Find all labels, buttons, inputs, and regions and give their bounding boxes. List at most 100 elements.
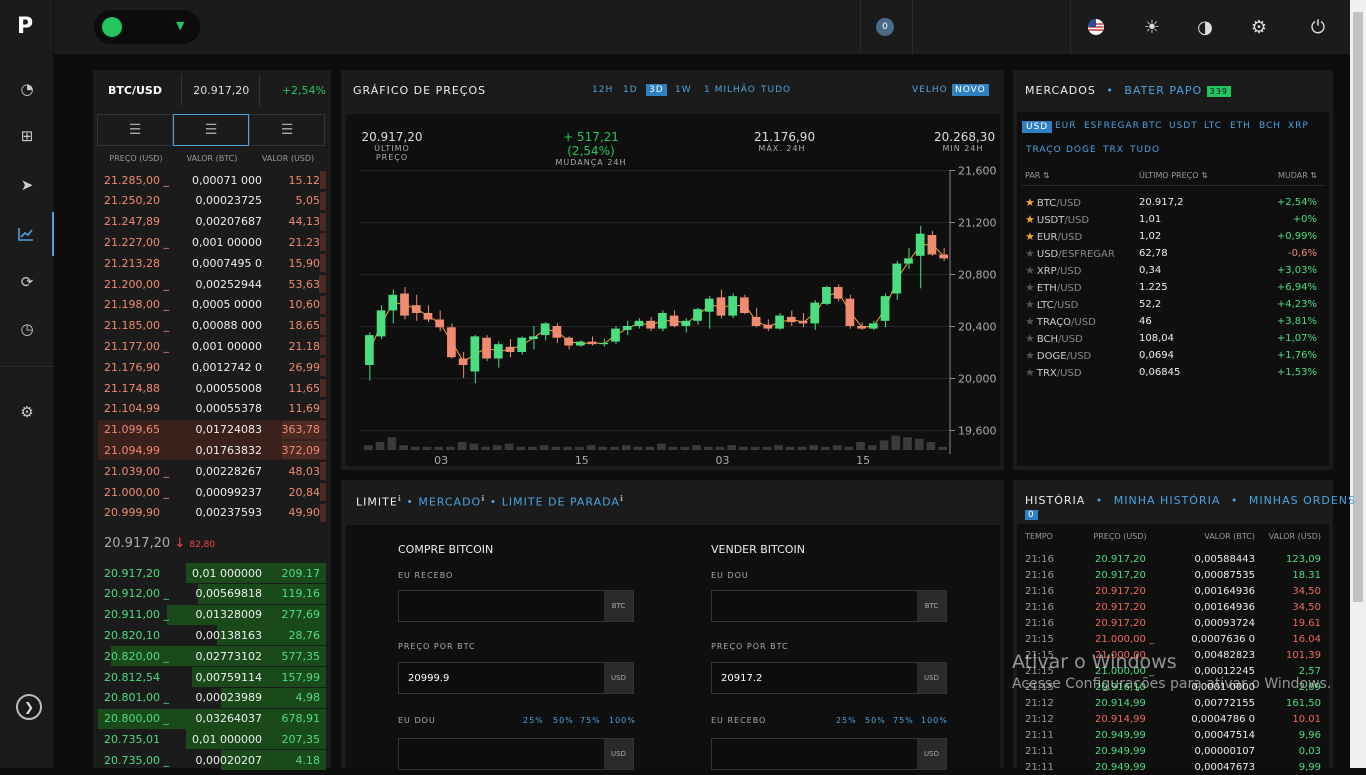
market-tab-eur[interactable]: EUR	[1055, 121, 1077, 131]
ask-row[interactable]: 21.285,00 _ 0,00071 000 15.12	[98, 170, 326, 190]
market-tab-doge[interactable]: DOGE	[1066, 145, 1097, 155]
ask-row[interactable]: 20.999,90 0,00237593 49,90	[98, 503, 326, 523]
ask-row[interactable]: 21.039,00 _ 0,00228267 48,03	[98, 461, 326, 481]
ask-row[interactable]: 21.198,00 _ 0,0005 0000 10,60	[98, 295, 326, 315]
ask-row[interactable]: 21.174,88 0,00055008 11,65	[98, 378, 326, 398]
bid-row[interactable]: 20.912,00 _ 0,00569818 119,16	[98, 583, 326, 604]
tab-market[interactable]: MERCADO	[418, 496, 481, 509]
sell-price-field[interactable]: 20917.2 USD	[711, 662, 947, 694]
col-pair[interactable]: PAR ⇅	[1025, 171, 1139, 180]
view-sell-icon[interactable]: ☰	[249, 114, 325, 146]
account-switcher[interactable]: ▼	[94, 10, 200, 44]
star-outline-icon[interactable]: ★	[1025, 349, 1035, 362]
market-tab-usdt[interactable]: USDT	[1169, 121, 1198, 131]
market-row[interactable]: ★ USDT/USD 1,01 +0%	[1025, 211, 1317, 228]
star-outline-icon[interactable]: ★	[1025, 332, 1035, 345]
ask-row[interactable]: 21.200,00 _ 0,00252944 53,63	[98, 274, 326, 294]
market-row[interactable]: ★ TRX/USD 0,06845 +1,53%	[1025, 364, 1317, 381]
timeframe-1d[interactable]: 1D	[623, 85, 638, 95]
page-scrollbar[interactable]	[1350, 0, 1366, 768]
buy-amount-field[interactable]: BTC	[398, 590, 634, 622]
sell-price-value[interactable]: 20917.2	[712, 673, 917, 684]
buy-total-field[interactable]: USD	[398, 738, 634, 770]
chat-link[interactable]: BATER PAPO	[1124, 84, 1202, 97]
my-orders-link[interactable]: MINHAS ORDENS	[1249, 494, 1356, 507]
view-both-icon[interactable]: ☰	[97, 114, 173, 146]
sell-percent-100[interactable]: 100%	[921, 716, 948, 725]
timeframe-tudo[interactable]: TUDO	[761, 85, 791, 95]
markets-title[interactable]: MERCADOS	[1025, 84, 1096, 97]
star-outline-icon[interactable]: ★	[1025, 315, 1035, 328]
buy-percent-25[interactable]: 25%	[523, 716, 544, 725]
settings-gear-icon[interactable]: ⚙	[1246, 14, 1272, 40]
ask-row[interactable]: 21.213,28 0,0007495 0 15,90	[98, 253, 326, 273]
market-tab-eth[interactable]: ETH	[1230, 121, 1251, 131]
theme-sun-icon[interactable]: ☀	[1139, 14, 1165, 40]
view-buy-icon[interactable]: ☰	[173, 114, 249, 146]
ask-row[interactable]: 21.104,99 0,00055378 11,69	[98, 399, 326, 419]
history-clock-icon[interactable]: ◷	[0, 307, 54, 351]
exchange-icon[interactable]: ⟳	[0, 260, 54, 304]
chart-style-new[interactable]: NOVO	[952, 84, 989, 96]
bid-row[interactable]: 20.911,00 _ 0,01328009 277,69	[98, 604, 326, 625]
bid-row[interactable]: 20.820,00 _ 0,02773102 577,35	[98, 646, 326, 667]
buy-percent-100[interactable]: 100%	[609, 716, 636, 725]
market-tab-xrp[interactable]: XRP	[1288, 121, 1309, 131]
sell-total-field[interactable]: USD	[711, 738, 947, 770]
market-tab-ltc[interactable]: LTC	[1204, 121, 1222, 131]
market-tab-btc[interactable]: BTC	[1142, 121, 1162, 131]
col-last-price[interactable]: ÚLTIMO PREÇO ⇅	[1139, 171, 1249, 180]
timeframe-1w[interactable]: 1W	[675, 85, 692, 95]
my-history-link[interactable]: MINHA HISTÓRIA	[1114, 494, 1221, 507]
bid-row[interactable]: 20.800,00 _ 0,03264037 678,91	[98, 708, 326, 729]
star-filled-icon[interactable]: ★	[1025, 213, 1035, 226]
market-tab-trx[interactable]: TRX	[1103, 145, 1124, 155]
bid-row[interactable]: 20.735,01 0,01 000000 207,35	[98, 729, 326, 750]
star-outline-icon[interactable]: ★	[1025, 247, 1035, 260]
market-row[interactable]: ★ USD/ESFREGAR 62,78 -0,6%	[1025, 245, 1317, 262]
app-logo[interactable]: P	[17, 14, 33, 39]
globe-icon[interactable]: ◑	[1192, 14, 1218, 40]
sell-percent-50[interactable]: 50%	[865, 716, 886, 725]
sell-percent-25[interactable]: 25%	[836, 716, 857, 725]
col-change[interactable]: MUDAR ⇅	[1249, 171, 1317, 180]
ask-row[interactable]: 21.176,90 0,0012742 0 26,99	[98, 357, 326, 377]
notification-badge[interactable]: 0	[876, 18, 894, 36]
market-tab-esfregar[interactable]: ESFREGAR	[1084, 121, 1140, 131]
star-outline-icon[interactable]: ★	[1025, 298, 1035, 311]
ask-row[interactable]: 21.099,65 0,01724083 363,78	[98, 419, 326, 440]
market-row[interactable]: ★ BCH/USD 108,04 +1,07%	[1025, 330, 1317, 347]
market-tab-bch[interactable]: BCH	[1259, 121, 1281, 131]
bid-row[interactable]: 20.801,00 _ 0,00023989 4,98	[98, 687, 326, 708]
timeframe-3d[interactable]: 3D	[646, 84, 667, 96]
send-icon[interactable]: ➤	[0, 163, 54, 207]
bid-row[interactable]: 20.812,54 0,00759114 157,99	[98, 667, 326, 687]
tab-limit[interactable]: LIMITE	[356, 496, 398, 509]
ask-row[interactable]: 21.250,20 0,00023725 5,05	[98, 191, 326, 211]
market-row[interactable]: ★ TRAÇO/USD 46 +3,81%	[1025, 313, 1317, 330]
market-row[interactable]: ★ LTC/USD 52,2 +4,23%	[1025, 296, 1317, 313]
us-flag-icon[interactable]	[1083, 14, 1109, 40]
advanced-settings-icon[interactable]: ⚙	[0, 390, 54, 434]
deposit-icon[interactable]: ⊞	[0, 114, 54, 158]
bid-row[interactable]: 20.917,20 0,01 000000 209.17	[98, 563, 326, 583]
market-row[interactable]: ★ ETH/USD 1.225 +6,94%	[1025, 279, 1317, 296]
market-tab-usd[interactable]: USD	[1022, 121, 1053, 133]
star-outline-icon[interactable]: ★	[1025, 366, 1035, 379]
star-filled-icon[interactable]: ★	[1025, 196, 1035, 209]
ask-row[interactable]: 21.185,00 _ 0,00088 000 18,65	[98, 316, 326, 336]
star-filled-icon[interactable]: ★	[1025, 230, 1035, 243]
info-icon[interactable]: ℹ	[620, 494, 624, 503]
chart-style-old[interactable]: VELHO	[912, 85, 948, 95]
sell-amount-field[interactable]: BTC	[711, 590, 947, 622]
star-outline-icon[interactable]: ★	[1025, 281, 1035, 294]
market-tab-traço[interactable]: TRAÇO	[1026, 145, 1062, 155]
tab-stop-limit[interactable]: LIMITE DE PARADA	[502, 496, 620, 509]
ask-row[interactable]: 21.177,00 _ 0,001 00000 21.18	[98, 336, 326, 356]
price-chart[interactable]: 21,600 21,200 20,800 20,400 20,000 19,600 03 15…	[346, 160, 1000, 466]
expand-sidebar-button[interactable]: ❯	[16, 694, 42, 720]
ask-row[interactable]: 21.094,99 0,01763832 372,09	[98, 440, 326, 461]
sell-percent-75[interactable]: 75%	[893, 716, 914, 725]
trade-chart-icon[interactable]	[0, 212, 54, 256]
market-row[interactable]: ★ DOGE/USD 0,0694 +1,76%	[1025, 347, 1317, 364]
